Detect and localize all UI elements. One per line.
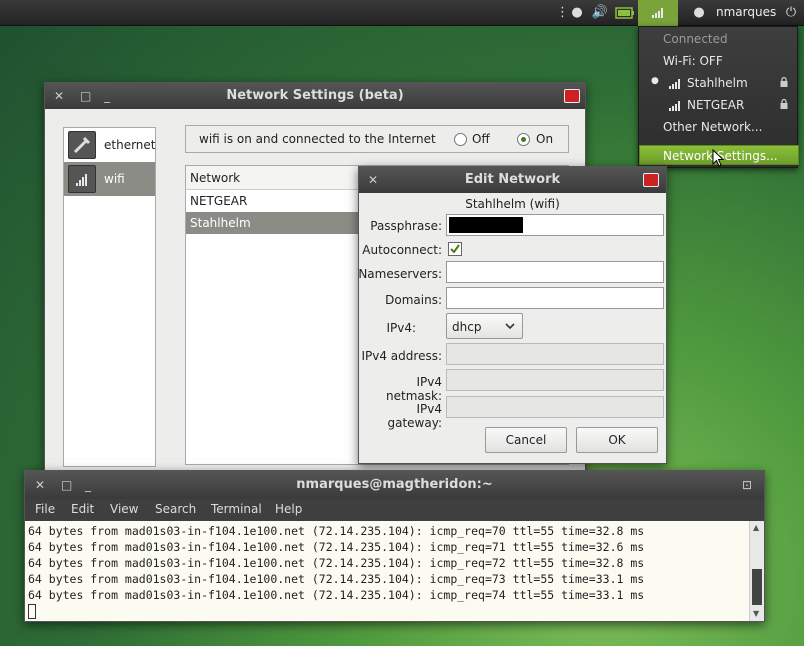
close-icon[interactable]: ✕ <box>368 167 378 193</box>
wifi-off-label: Off <box>472 132 490 146</box>
battery-icon[interactable] <box>614 4 636 22</box>
network-settings-titlebar: ✕ □ _ Network Settings (beta) <box>45 83 585 109</box>
wifi-on-label: On <box>536 132 554 146</box>
menu-help[interactable]: Help <box>275 502 302 516</box>
wifi-status-text: wifi is on and connected to the Internet <box>199 132 436 146</box>
edit-network-dialog: ✕ Edit Network Stahlhelm (wifi) Passphra… <box>358 166 667 464</box>
terminal-scrollbar[interactable]: ▲ ▼ <box>749 521 764 621</box>
power-icon[interactable]: ⏻ <box>782 4 800 22</box>
network-menu: Connected Wi-Fi: OFF ● Stahlhelm NETGEAR… <box>638 26 799 168</box>
maximize-icon[interactable]: □ <box>80 83 91 109</box>
scrollbar-thumb[interactable] <box>752 569 762 605</box>
autoconnect-checkbox[interactable] <box>448 242 462 256</box>
volume-icon[interactable]: 🔊 <box>590 4 610 22</box>
wifi-status-bar: wifi is on and connected to the Internet… <box>185 125 569 153</box>
ipv4-select[interactable]: dhcp <box>446 313 523 339</box>
terminal-line: 64 bytes from mad01s03-in-f104.1e100.net… <box>28 588 645 602</box>
row-network-name: NETGEAR <box>190 194 248 208</box>
sidebar-item-label: wifi <box>104 172 125 186</box>
terminal-cursor <box>28 604 36 619</box>
terminal-line: 64 bytes from mad01s03-in-f104.1e100.net… <box>28 572 645 586</box>
passphrase-field[interactable] <box>446 214 664 236</box>
terminal-line: 64 bytes from mad01s03-in-f104.1e100.net… <box>28 524 645 538</box>
terminal-titlebar: ✕ □ _ nmarques@magtheridon:~ ⊡ <box>25 471 764 499</box>
chevron-down-icon <box>505 323 515 330</box>
menu-other-network[interactable]: Other Network... <box>663 120 762 134</box>
ipv4-netmask-label: IPv4 netmask: <box>386 375 442 403</box>
keyboard-icon[interactable]: ⋮ <box>556 4 569 22</box>
lock-icon <box>780 99 788 109</box>
passphrase-label: Passphrase: <box>370 219 442 233</box>
username-label[interactable]: nmarques <box>716 5 776 19</box>
domains-label: Domains: <box>385 293 442 307</box>
menu-wifi-state[interactable]: Wi-Fi: OFF <box>663 54 723 68</box>
menu-terminal[interactable]: Terminal <box>211 502 262 516</box>
menu-network-stahlhelm[interactable]: Stahlhelm <box>687 76 748 90</box>
menu-search[interactable]: Search <box>155 502 196 516</box>
maximize-icon[interactable]: □ <box>61 471 72 499</box>
autoconnect-label: Autoconnect: <box>362 243 442 257</box>
nameservers-label: Nameservers: <box>358 267 442 281</box>
lock-icon <box>780 77 788 87</box>
scroll-down-icon[interactable]: ▼ <box>753 609 759 618</box>
checkmark-icon <box>450 244 460 254</box>
ipv4-address-label: IPv4 address: <box>361 349 442 363</box>
ipv4-address-field[interactable] <box>446 343 664 365</box>
app-icon <box>643 173 659 187</box>
dialog-subtitle: Stahlhelm (wifi) <box>465 197 560 211</box>
wifi-off-radio[interactable] <box>454 133 467 146</box>
window-title: Network Settings (beta) <box>226 88 404 103</box>
sidebar: ethernet wifi <box>63 127 156 467</box>
mouse-cursor-icon <box>712 149 724 167</box>
terminal-line: 64 bytes from mad01s03-in-f104.1e100.net… <box>28 540 645 554</box>
terminal-window: ✕ □ _ nmarques@magtheridon:~ ⊡ File Edit… <box>24 470 765 622</box>
ipv4-gateway-label: IPv4 gateway: <box>387 402 443 430</box>
minimize-icon[interactable]: _ <box>85 471 91 499</box>
cancel-button[interactable]: Cancel <box>485 427 567 453</box>
edit-network-titlebar: ✕ Edit Network <box>359 167 666 193</box>
close-icon[interactable]: ✕ <box>35 471 45 499</box>
dialog-title: Edit Network <box>464 172 561 187</box>
terminal-menubar: File Edit View Search Terminal Help <box>25 499 764 521</box>
menu-file[interactable]: File <box>35 502 55 516</box>
ok-button[interactable]: OK <box>576 427 658 453</box>
app-icon <box>564 89 580 103</box>
active-bullet-icon: ● <box>651 76 659 86</box>
ipv4-label: IPv4: <box>386 321 416 335</box>
sidebar-item-wifi[interactable]: wifi <box>64 162 155 196</box>
ethernet-icon <box>68 131 96 159</box>
ipv4-netmask-field[interactable] <box>446 369 664 391</box>
wifi-signal-icon <box>68 165 96 193</box>
nameservers-field[interactable] <box>446 261 664 283</box>
domains-field[interactable] <box>446 287 664 309</box>
network-tray-button[interactable] <box>638 0 678 26</box>
menu-status: Connected <box>663 32 728 46</box>
scroll-up-icon[interactable]: ▲ <box>753 523 759 532</box>
terminal-title: nmarques@magtheridon:~ <box>296 477 493 492</box>
terminal-line: 64 bytes from mad01s03-in-f104.1e100.net… <box>28 556 645 570</box>
ipv4-gateway-field[interactable] <box>446 396 664 418</box>
signal-icon <box>652 8 663 18</box>
top-panel: ⋮ ● 🔊 ● nmarques ⏻ <box>0 0 804 26</box>
ipv4-select-value: dhcp <box>452 320 482 334</box>
sidebar-item-label: ethernet <box>104 138 156 152</box>
column-header-network: Network <box>190 171 241 185</box>
sidebar-item-ethernet[interactable]: ethernet <box>64 128 156 162</box>
wifi-on-radio[interactable] <box>517 133 530 146</box>
passphrase-mask <box>449 217 523 233</box>
chat-icon[interactable]: ● <box>568 4 586 22</box>
menu-edit[interactable]: Edit <box>71 502 94 516</box>
terminal-app-icon: ⊡ <box>741 478 753 492</box>
row-network-name: Stahlhelm <box>190 216 251 230</box>
menu-network-netgear[interactable]: NETGEAR <box>687 98 744 112</box>
user-icon: ● <box>693 5 705 20</box>
minimize-icon[interactable]: _ <box>104 83 110 109</box>
signal-icon <box>669 101 680 111</box>
close-icon[interactable]: ✕ <box>54 83 64 109</box>
menu-view[interactable]: View <box>110 502 138 516</box>
terminal-output[interactable]: 64 bytes from mad01s03-in-f104.1e100.net… <box>25 521 749 621</box>
signal-icon <box>669 79 680 89</box>
